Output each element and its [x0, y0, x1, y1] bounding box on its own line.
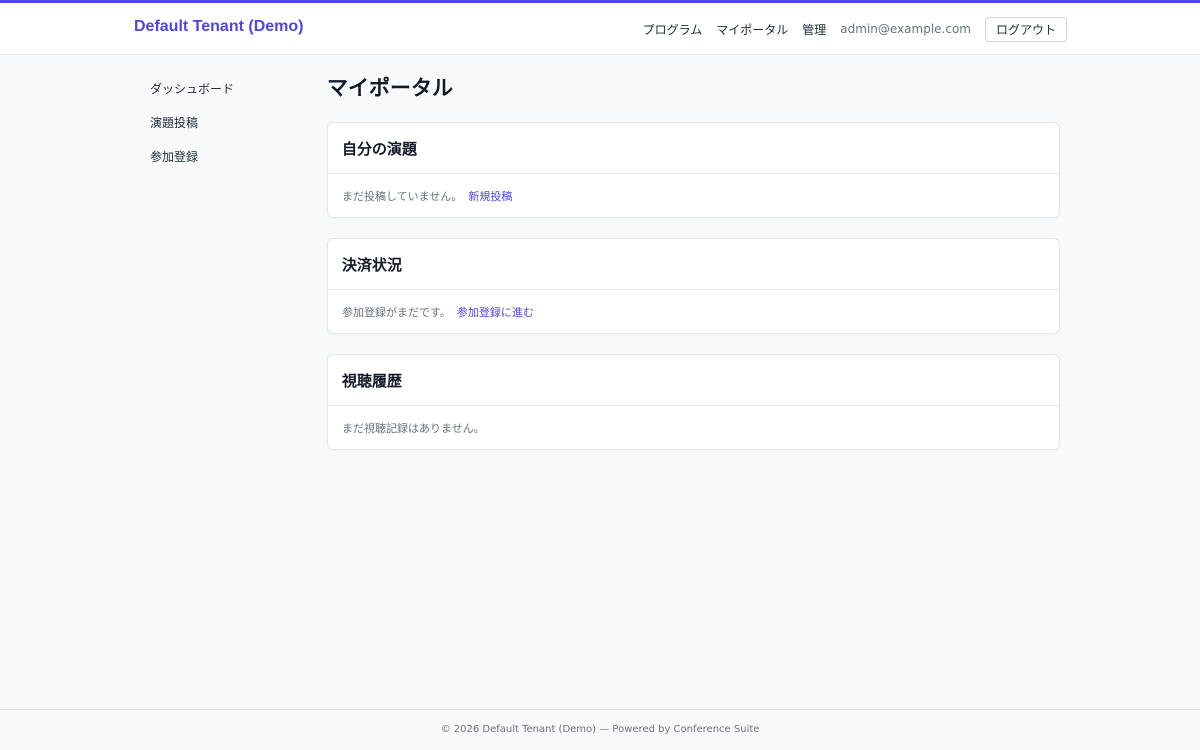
card-header: 決済状況: [328, 239, 1059, 290]
card-title: 視聴履歴: [342, 371, 403, 390]
nav-admin-link[interactable]: 管理: [802, 21, 826, 38]
user-email: admin@example.com: [840, 22, 971, 36]
nav-program-link[interactable]: プログラム: [643, 21, 703, 38]
sidebar: ダッシュボード 演題投稿 参加登録: [150, 81, 300, 183]
logout-button[interactable]: ログアウト: [984, 16, 1067, 42]
card-header: 視聴履歴: [328, 355, 1059, 406]
card-title: 自分の演題: [342, 139, 418, 158]
main-content: マイポータル 自分の演題 まだ投稿していません。 新規投稿 決済状況 参加登録が…: [327, 73, 1060, 470]
sidebar-item-registration[interactable]: 参加登録: [150, 149, 300, 183]
footer-text: © 2026 Default Tenant (Demo) — Powered b…: [440, 724, 760, 735]
viewing-history-card: 視聴履歴 まだ視聴記録はありません。: [327, 354, 1060, 450]
card-message: まだ投稿していません。: [342, 189, 463, 203]
card-body: まだ視聴記録はありません。: [328, 406, 1059, 449]
card-message: 参加登録がまだです。: [342, 305, 451, 319]
page-title: マイポータル: [327, 76, 453, 100]
sidebar-item-abstract-submission[interactable]: 演題投稿: [150, 115, 300, 149]
my-abstracts-card: 自分の演題 まだ投稿していません。 新規投稿: [327, 122, 1060, 218]
card-message: まだ視聴記録はありません。: [342, 421, 485, 435]
nav-my-portal-link[interactable]: マイポータル: [716, 21, 788, 38]
card-title: 決済状況: [342, 255, 403, 274]
card-body: 参加登録がまだです。 参加登録に進む: [328, 290, 1059, 333]
payment-status-card: 決済状況 参加登録がまだです。 参加登録に進む: [327, 238, 1060, 334]
top-navbar: Default Tenant (Demo) プログラム マイポータル 管理 ad…: [0, 0, 1200, 55]
new-submission-link[interactable]: 新規投稿: [468, 188, 512, 204]
brand-link[interactable]: Default Tenant (Demo): [134, 18, 303, 36]
card-header: 自分の演題: [328, 123, 1059, 174]
sidebar-item-dashboard[interactable]: ダッシュボード: [150, 81, 300, 115]
card-body: まだ投稿していません。 新規投稿: [328, 174, 1059, 217]
proceed-registration-link[interactable]: 参加登録に進む: [457, 304, 534, 320]
footer: © 2026 Default Tenant (Demo) — Powered b…: [0, 709, 1200, 750]
main-nav: プログラム マイポータル 管理 admin@example.com ログアウト: [643, 16, 1067, 42]
